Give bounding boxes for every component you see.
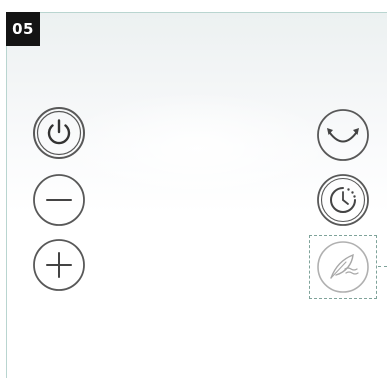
callout-leader-line [378, 266, 387, 267]
swing-arrows-icon [317, 109, 369, 161]
natural-wind-button[interactable] [316, 240, 370, 294]
minus-button[interactable] [32, 173, 86, 227]
power-icon [33, 107, 85, 159]
timer-button[interactable] [316, 173, 370, 227]
step-number-badge: 05 [6, 12, 40, 46]
minus-icon [33, 174, 85, 226]
leaf-wind-icon [317, 241, 369, 293]
power-button[interactable] [32, 106, 86, 160]
swing-button[interactable] [316, 108, 370, 162]
plus-icon [33, 239, 85, 291]
plus-button[interactable] [32, 238, 86, 292]
timer-clock-icon [317, 174, 369, 226]
